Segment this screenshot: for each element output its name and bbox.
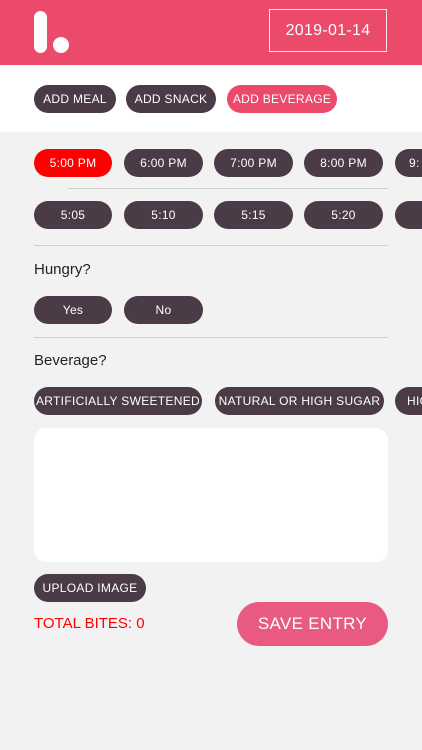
app-header: 2019-01-14 bbox=[0, 0, 422, 65]
hungry-yes-button[interactable]: Yes bbox=[34, 296, 112, 324]
save-entry-button[interactable]: SAVE ENTRY bbox=[237, 602, 388, 646]
divider bbox=[34, 245, 388, 246]
add-beverage-button[interactable]: ADD BEVERAGE bbox=[227, 85, 337, 113]
total-bites-label: TOTAL BITES: 0 bbox=[34, 615, 145, 632]
hungry-question: Hungry? bbox=[34, 261, 91, 278]
upload-image-button[interactable]: UPLOAD IMAGE bbox=[34, 574, 146, 602]
minute-option[interactable]: 5:05 bbox=[34, 201, 112, 229]
add-snack-button[interactable]: ADD SNACK bbox=[126, 85, 216, 113]
date-picker-button[interactable]: 2019-01-14 bbox=[269, 9, 387, 52]
minute-option[interactable]: 5:10 bbox=[124, 201, 203, 229]
beverage-option[interactable]: ARTIFICIALLY SWEETENED bbox=[34, 387, 202, 415]
divider bbox=[68, 188, 388, 189]
beverage-question: Beverage? bbox=[34, 352, 107, 369]
add-meal-button[interactable]: ADD MEAL bbox=[34, 85, 116, 113]
hour-option[interactable]: 9: bbox=[395, 149, 422, 177]
minute-option[interactable]: 5:15 bbox=[214, 201, 293, 229]
beverage-option[interactable]: HIG bbox=[395, 387, 422, 415]
hungry-no-button[interactable]: No bbox=[124, 296, 203, 324]
add-entry-bar: ADD MEAL ADD SNACK ADD BEVERAGE bbox=[0, 65, 422, 132]
hour-option[interactable]: 6:00 PM bbox=[124, 149, 203, 177]
hour-option-selected[interactable]: 5:00 PM bbox=[34, 149, 112, 177]
divider bbox=[34, 337, 388, 338]
hour-option[interactable]: 7:00 PM bbox=[214, 149, 293, 177]
hour-option[interactable]: 8:00 PM bbox=[304, 149, 383, 177]
beverage-option[interactable]: NATURAL OR HIGH SUGAR bbox=[215, 387, 384, 415]
notes-textarea[interactable] bbox=[34, 428, 388, 562]
app-logo-icon bbox=[34, 11, 74, 55]
minute-option[interactable] bbox=[395, 201, 422, 229]
minute-option[interactable]: 5:20 bbox=[304, 201, 383, 229]
